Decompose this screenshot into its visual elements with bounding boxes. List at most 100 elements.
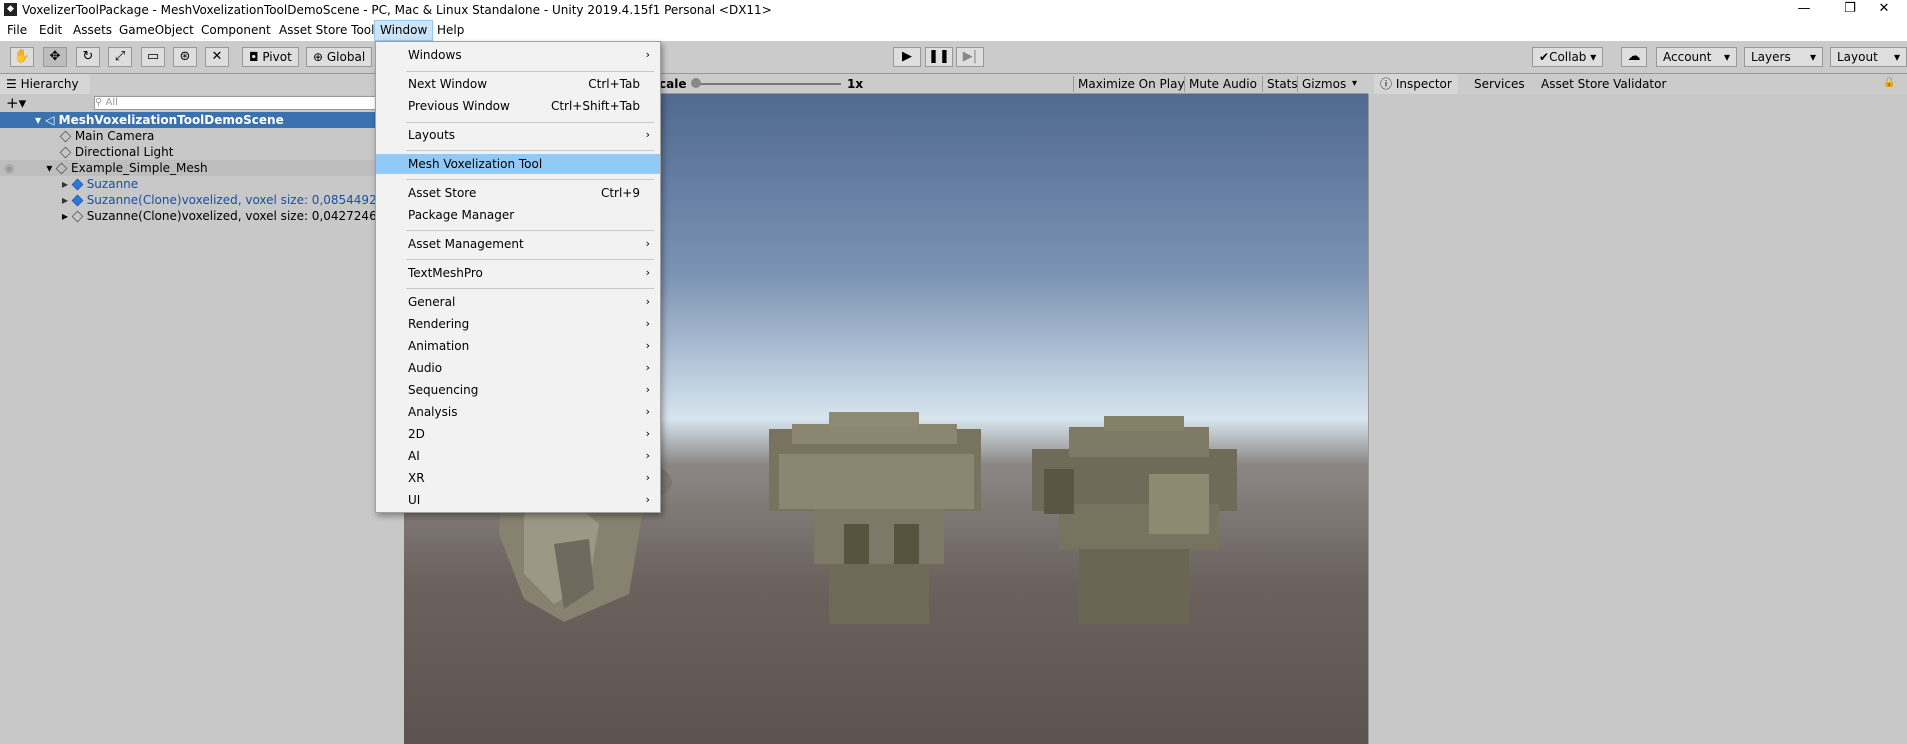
menu-item-mesh-voxelization-tool[interactable]: Mesh Voxelization Tool	[376, 154, 660, 174]
menu-item-label: AI	[408, 449, 420, 463]
play-button[interactable]: ▶	[893, 47, 921, 67]
layout-label: Layout	[1837, 50, 1878, 64]
hierarchy-item-label: Example_Simple_Mesh	[71, 161, 208, 175]
transform-tool-icon[interactable]: ⊛	[173, 47, 197, 67]
menu-separator	[406, 288, 654, 289]
collapse-arrow-icon[interactable]: ▸	[62, 193, 68, 207]
menu-edit[interactable]: Edit	[34, 20, 67, 41]
prefab-icon	[71, 178, 84, 191]
list-icon: ☰	[6, 77, 21, 91]
gizmos-toggle[interactable]: Gizmos	[1297, 76, 1350, 92]
scale-slider[interactable]	[696, 83, 841, 85]
submenu-arrow-icon: ›	[645, 266, 650, 279]
hierarchy-item[interactable]: ◉ ▾ Example_Simple_Mesh	[0, 160, 404, 176]
submenu-arrow-icon: ›	[645, 427, 650, 440]
unity-logo-icon: ◆	[4, 3, 17, 16]
menu-item-windows[interactable]: Windows ›	[376, 45, 660, 65]
hand-tool-icon[interactable]: ✋	[10, 47, 34, 67]
menu-item-2d[interactable]: 2D ›	[376, 424, 660, 444]
collab-label: Collab	[1549, 50, 1587, 64]
visibility-icon[interactable]: ◉	[4, 161, 14, 175]
hierarchy-item-label: Directional Light	[74, 145, 174, 159]
menu-item-asset-management[interactable]: Asset Management ›	[376, 234, 660, 254]
search-placeholder: All	[105, 97, 118, 108]
menu-item-asset-store[interactable]: Asset Store Ctrl+9	[376, 183, 660, 203]
menu-file[interactable]: File	[2, 20, 32, 41]
layers-label: Layers	[1751, 50, 1791, 64]
gizmos-dropdown-icon[interactable]: ▾	[1352, 76, 1357, 92]
title-bar: ◆ VoxelizerToolPackage - MeshVoxelizatio…	[0, 0, 1907, 20]
menu-shortcut: Ctrl+Shift+Tab	[550, 99, 640, 113]
scene-row[interactable]: ▾ ◁ MeshVoxelizationToolDemoScene	[0, 112, 404, 128]
menu-item-layouts[interactable]: Layouts ›	[376, 125, 660, 145]
rotate-tool-icon[interactable]: ↻	[76, 47, 100, 67]
pivot-toggle[interactable]: ◘ Pivot	[242, 47, 299, 67]
hierarchy-item[interactable]: ▸ Suzanne	[0, 176, 404, 192]
add-object-button[interactable]: +▾	[6, 94, 26, 112]
menu-item-ui[interactable]: UI ›	[376, 490, 660, 510]
pause-button[interactable]: ❚❚	[925, 47, 953, 67]
move-tool-icon[interactable]: ✥	[43, 47, 67, 67]
menu-separator	[406, 230, 654, 231]
menu-item-audio[interactable]: Audio ›	[376, 358, 660, 378]
tab-asset-store-validator[interactable]: Asset Store Validator	[1535, 74, 1672, 94]
hierarchy-search-input[interactable]: ⚲ All	[94, 96, 404, 110]
scale-slider-handle[interactable]	[691, 78, 701, 88]
collab-dropdown[interactable]: ✔Collab ▾	[1532, 47, 1604, 67]
menu-asset-store-tools[interactable]: Asset Store Tools	[274, 20, 386, 41]
menu-component[interactable]: Component	[196, 20, 276, 41]
menu-item-general[interactable]: General ›	[376, 292, 660, 312]
lock-icon[interactable]: 🔒	[1883, 77, 1895, 88]
menu-help[interactable]: Help	[432, 20, 469, 41]
hierarchy-item[interactable]: ▸ Suzanne(Clone)voxelized, voxel size: 0…	[0, 192, 404, 208]
expand-arrow-icon[interactable]: ▾	[46, 161, 52, 175]
main-toolbar: ✋ ✥ ↻ ⤢ ▭ ⊛ ✕ ◘ Pivot ⊕ Global ▶ ❚❚ ▶| ✔…	[0, 41, 1907, 74]
info-icon: ⓘ	[1380, 77, 1396, 91]
dropdown-arrow-icon: ▾	[1809, 50, 1816, 64]
maximize-on-play-toggle[interactable]: Maximize On Play	[1073, 76, 1189, 92]
scale-tool-icon[interactable]: ⤢	[108, 47, 132, 67]
hierarchy-tab[interactable]: ☰ Hierarchy	[0, 74, 90, 94]
menu-item-ai[interactable]: AI ›	[376, 446, 660, 466]
submenu-arrow-icon: ›	[645, 48, 650, 61]
close-button[interactable]: ✕	[1861, 0, 1907, 20]
cloud-icon[interactable]: ☁	[1621, 47, 1647, 67]
layers-dropdown[interactable]: Layers ▾	[1744, 47, 1823, 67]
layout-dropdown[interactable]: Layout ▾	[1830, 47, 1907, 67]
menu-item-label: Layouts	[408, 128, 456, 142]
tab-services[interactable]: Services	[1468, 74, 1531, 94]
menu-window[interactable]: Window	[374, 20, 434, 41]
collapse-arrow-icon[interactable]: ▸	[62, 177, 68, 191]
stats-toggle[interactable]: Stats	[1262, 76, 1302, 92]
collapse-arrow-icon[interactable]: ▸	[62, 209, 68, 223]
menu-item-next-window[interactable]: Next Window Ctrl+Tab	[376, 74, 660, 94]
menu-item-textmeshpro[interactable]: TextMeshPro ›	[376, 263, 660, 283]
submenu-arrow-icon: ›	[645, 317, 650, 330]
menu-item-xr[interactable]: XR ›	[376, 468, 660, 488]
search-icon: ⚲	[95, 97, 106, 108]
rect-tool-icon[interactable]: ▭	[141, 47, 165, 67]
hierarchy-item[interactable]: Main Camera	[0, 128, 404, 144]
step-button[interactable]: ▶|	[956, 47, 984, 67]
global-toggle[interactable]: ⊕ Global	[306, 47, 373, 67]
minimize-button[interactable]: —	[1781, 0, 1827, 20]
menu-gameobject[interactable]: GameObject	[114, 20, 199, 41]
submenu-arrow-icon: ›	[645, 449, 650, 462]
account-dropdown[interactable]: Account ▾	[1656, 47, 1737, 67]
hierarchy-item[interactable]: Directional Light	[0, 144, 404, 160]
menu-item-rendering[interactable]: Rendering ›	[376, 314, 660, 334]
menu-shortcut: Ctrl+Tab	[588, 77, 640, 91]
menu-item-label: Audio	[408, 361, 443, 375]
menu-item-sequencing[interactable]: Sequencing ›	[376, 380, 660, 400]
gameobject-icon	[71, 210, 84, 223]
menu-assets[interactable]: Assets	[68, 20, 117, 41]
tab-inspector[interactable]: ⓘ Inspector	[1374, 74, 1458, 94]
menu-item-analysis[interactable]: Analysis ›	[376, 402, 660, 422]
menu-item-animation[interactable]: Animation ›	[376, 336, 660, 356]
menu-separator	[406, 150, 654, 151]
menu-item-previous-window[interactable]: Previous Window Ctrl+Shift+Tab	[376, 96, 660, 116]
custom-tool-icon[interactable]: ✕	[205, 47, 229, 67]
hierarchy-item[interactable]: ▸ Suzanne(Clone)voxelized, voxel size: 0…	[0, 208, 404, 224]
menu-item-package-manager[interactable]: Package Manager	[376, 205, 660, 225]
mute-audio-toggle[interactable]: Mute Audio	[1184, 76, 1261, 92]
